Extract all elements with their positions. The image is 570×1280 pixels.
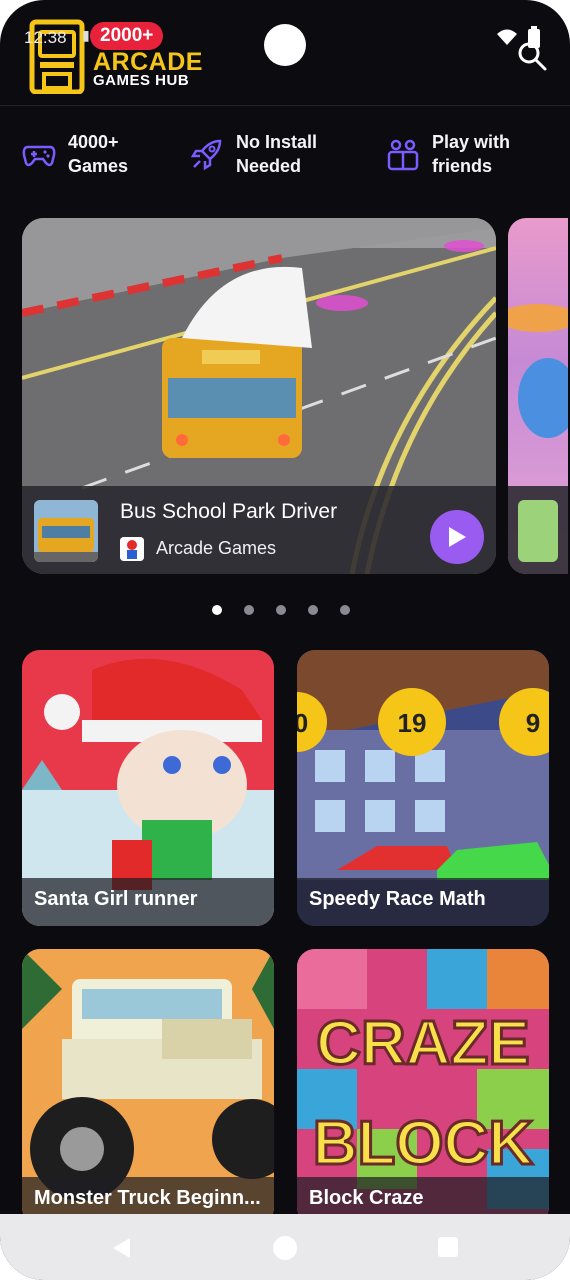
pagination-dot[interactable] — [244, 605, 254, 615]
recent-apps-icon[interactable] — [438, 1237, 458, 1257]
system-navigation-bar — [0, 1214, 570, 1280]
game-tile[interactable]: 19 9 0 Speedy Race Math — [297, 650, 549, 926]
feature-highlights: 4000+ Games No Install Needed Play with … — [0, 130, 570, 190]
home-icon[interactable] — [273, 1236, 297, 1260]
carousel-pagination — [212, 605, 350, 615]
featured-game-thumbnail — [34, 500, 98, 562]
category-icon — [120, 537, 144, 561]
rocket-icon — [190, 139, 222, 171]
pagination-dot[interactable] — [276, 605, 286, 615]
feature-no-install: No Install Needed — [190, 130, 317, 178]
svg-text:CRAZE: CRAZE — [316, 1009, 530, 1078]
feature-friends-label: Play with friends — [432, 132, 511, 176]
svg-text:BLOCK: BLOCK — [313, 1109, 534, 1178]
pagination-dot-active[interactable] — [212, 605, 222, 615]
back-icon[interactable] — [110, 1236, 132, 1260]
next-carousel-card[interactable] — [508, 218, 568, 574]
pagination-dot[interactable] — [340, 605, 350, 615]
game-tile[interactable]: Monster Truck Beginn... — [22, 949, 274, 1225]
play-button[interactable] — [430, 510, 484, 564]
featured-game-title: Bus School Park Driver — [120, 500, 338, 523]
games-count-badge: 2000+ — [90, 22, 164, 50]
svg-text:19: 19 — [398, 708, 427, 738]
svg-text:9: 9 — [526, 708, 540, 738]
feature-games-label: 4000+ Games — [68, 132, 129, 176]
play-icon — [449, 527, 466, 547]
game-title: Speedy Race Math — [297, 878, 549, 926]
pagination-dot[interactable] — [308, 605, 318, 615]
feature-friends: Play with friends — [386, 130, 510, 178]
featured-game-category: Arcade Games — [156, 538, 277, 558]
app-header: 2000+ ARCADE GAMES HUB 12:38 ▮ — [0, 0, 570, 106]
status-time: 12:38 — [24, 28, 67, 47]
featured-game-info-bar: Bus School Park Driver Arcade Games — [22, 486, 496, 574]
wifi-icon — [497, 29, 517, 45]
gamepad-icon — [22, 145, 56, 167]
game-tile[interactable]: CRAZE BLOCK Block Craze — [297, 949, 549, 1225]
svg-text:0: 0 — [297, 708, 308, 738]
search-icon[interactable] — [516, 40, 548, 72]
friends-icon — [387, 139, 419, 171]
featured-game-card[interactable]: Bus School Park Driver Arcade Games — [22, 218, 496, 574]
sim-icon: ▮ — [82, 27, 90, 43]
app-screen: 2000+ ARCADE GAMES HUB 12:38 ▮ 4000+ Gam… — [0, 0, 570, 1280]
game-title: Santa Girl runner — [22, 878, 274, 926]
game-tile[interactable]: Santa Girl runner — [22, 650, 274, 926]
feature-games: 4000+ Games — [22, 130, 128, 178]
logo-subtitle: GAMES HUB — [93, 72, 190, 89]
status-notification-icons: ▮ — [82, 27, 90, 44]
feature-no-install-label: No Install Needed — [236, 132, 318, 176]
camera-cutout — [264, 24, 306, 66]
